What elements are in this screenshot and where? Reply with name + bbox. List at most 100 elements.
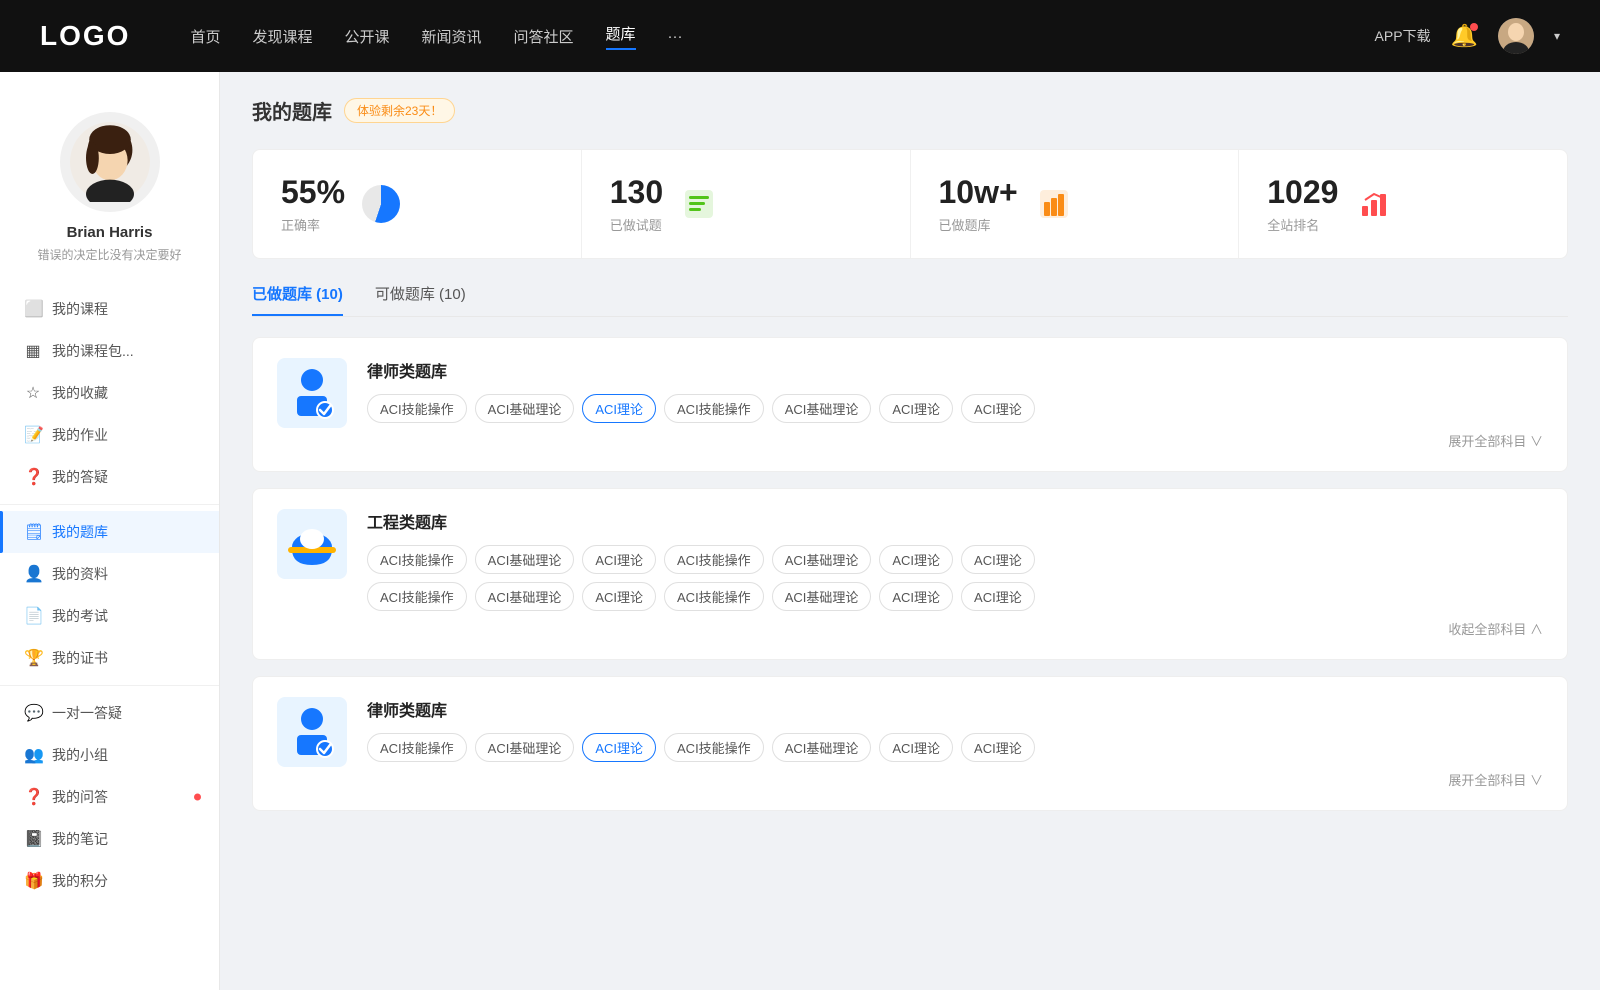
notes-icon: 📓 <box>24 829 42 849</box>
tag-item[interactable]: ACI技能操作 <box>367 394 467 423</box>
menu-homework-label: 我的作业 <box>52 425 108 445</box>
expand-lawyer-2-link[interactable]: 展开全部科目 ∨ <box>1448 773 1543 788</box>
menu-my-course[interactable]: ⬜ 我的课程 <box>0 288 219 330</box>
tag-item[interactable]: ACI理论 <box>879 582 953 611</box>
cat-lawyer-2-footer: 展开全部科目 ∨ <box>367 770 1543 790</box>
package-icon: ▦ <box>24 341 42 361</box>
tag-item[interactable]: ACI技能操作 <box>664 394 764 423</box>
menu-1on1[interactable]: 💬 一对一答疑 <box>0 692 219 734</box>
tag-item[interactable]: ACI基础理论 <box>772 394 872 423</box>
logo[interactable]: LOGO <box>40 20 130 52</box>
tabs-bar: 已做题库 (10) 可做题库 (10) <box>252 283 1568 317</box>
tag-item-active[interactable]: ACI理论 <box>582 733 656 762</box>
tab-available[interactable]: 可做题库 (10) <box>375 283 466 316</box>
ranking-icon <box>1354 184 1394 224</box>
menu-my-qa[interactable]: ❓ 我的问答 <box>0 776 219 818</box>
user-profile: Brian Harris 错误的决定比没有决定要好 <box>0 92 219 280</box>
nav-discover[interactable]: 发现课程 <box>252 26 312 47</box>
tag-item[interactable]: ACI理论 <box>879 733 953 762</box>
tag-item[interactable]: ACI技能操作 <box>664 582 764 611</box>
menu-profile[interactable]: 👤 我的资料 <box>0 553 219 595</box>
navbar: LOGO 首页 发现课程 公开课 新闻资讯 问答社区 题库 ··· APP下载 … <box>0 0 1600 72</box>
tag-item[interactable]: ACI理论 <box>961 394 1035 423</box>
stat-done-questions-value: 130 <box>610 174 663 211</box>
menu-profile-label: 我的资料 <box>52 564 108 584</box>
menu-points-label: 我的积分 <box>52 871 108 891</box>
tag-item[interactable]: ACI基础理论 <box>772 582 872 611</box>
tag-item[interactable]: ACI理论 <box>961 733 1035 762</box>
menu-notes[interactable]: 📓 我的笔记 <box>0 818 219 860</box>
tag-item[interactable]: ACI技能操作 <box>367 545 467 574</box>
menu-course-package-label: 我的课程包... <box>52 341 134 361</box>
app-download-button[interactable]: APP下载 <box>1375 26 1431 46</box>
tab-done[interactable]: 已做题库 (10) <box>252 283 343 316</box>
tag-item[interactable]: ACI技能操作 <box>664 733 764 762</box>
homework-icon: 📝 <box>24 425 42 445</box>
star-icon: ☆ <box>24 383 42 403</box>
tag-item[interactable]: ACI理论 <box>582 582 656 611</box>
chat-icon: 💬 <box>24 703 42 723</box>
tag-item[interactable]: ACI理论 <box>879 545 953 574</box>
menu-quiz-bank[interactable]: 🗒 我的题库 <box>0 511 219 553</box>
tag-item[interactable]: ACI基础理论 <box>772 545 872 574</box>
lawyer-icon-wrap <box>277 358 347 428</box>
tag-item[interactable]: ACI理论 <box>961 545 1035 574</box>
tag-item[interactable]: ACI基础理论 <box>475 394 575 423</box>
tag-item[interactable]: ACI理论 <box>961 582 1035 611</box>
user-avatar[interactable] <box>1498 18 1534 54</box>
stats-row: 55% 正确率 130 已做试题 <box>252 149 1568 259</box>
trial-badge: 体验剩余23天！ <box>344 98 455 123</box>
qa-icon: ❓ <box>24 787 42 807</box>
stat-ranking-label: 全站排名 <box>1267 215 1338 234</box>
tag-item[interactable]: ACI技能操作 <box>664 545 764 574</box>
stat-done-banks-label: 已做题库 <box>939 215 1018 234</box>
menu-points[interactable]: 🎁 我的积分 <box>0 860 219 902</box>
tag-item[interactable]: ACI基础理论 <box>475 545 575 574</box>
tag-item[interactable]: ACI基础理论 <box>475 582 575 611</box>
nav-items: 首页 发现课程 公开课 新闻资讯 问答社区 题库 ··· <box>190 23 1334 50</box>
stat-done-banks-value: 10w+ <box>939 174 1018 211</box>
group-icon: 👥 <box>24 745 42 765</box>
cat-engineer-title: 工程类题库 <box>367 509 1543 533</box>
expand-lawyer-1-link[interactable]: 展开全部科目 ∨ <box>1448 434 1543 449</box>
sidebar-avatar <box>60 112 160 212</box>
menu-questions[interactable]: ❓ 我的答疑 <box>0 456 219 498</box>
menu-favorites[interactable]: ☆ 我的收藏 <box>0 372 219 414</box>
tag-item[interactable]: ACI技能操作 <box>367 733 467 762</box>
nav-quiz[interactable]: 题库 <box>606 23 636 50</box>
cat-lawyer-1-tags: ACI技能操作 ACI基础理论 ACI理论 ACI技能操作 ACI基础理论 AC… <box>367 394 1543 423</box>
menu-my-qa-label: 我的问答 <box>52 787 108 807</box>
tag-item[interactable]: ACI基础理论 <box>475 733 575 762</box>
notification-dot <box>1470 23 1478 31</box>
nav-qa[interactable]: 问答社区 <box>514 26 574 47</box>
points-icon: 🎁 <box>24 871 42 891</box>
menu-exams[interactable]: 📄 我的考试 <box>0 595 219 637</box>
nav-news[interactable]: 新闻资讯 <box>422 26 482 47</box>
category-lawyer-2-body: 律师类题库 ACI技能操作 ACI基础理论 ACI理论 ACI技能操作 ACI基… <box>367 697 1543 790</box>
user-menu-chevron[interactable]: ▾ <box>1554 29 1560 43</box>
menu-groups-label: 我的小组 <box>52 745 108 765</box>
cat-lawyer-2-title: 律师类题库 <box>367 697 1543 721</box>
menu-groups[interactable]: 👥 我的小组 <box>0 734 219 776</box>
tag-item[interactable]: ACI理论 <box>582 545 656 574</box>
tag-item[interactable]: ACI理论 <box>879 394 953 423</box>
question-icon: ❓ <box>24 467 42 487</box>
nav-more[interactable]: ··· <box>668 28 683 45</box>
menu-certificates[interactable]: 🏆 我的证书 <box>0 637 219 679</box>
nav-open-course[interactable]: 公开课 <box>344 26 389 47</box>
tag-item[interactable]: ACI基础理论 <box>772 733 872 762</box>
page-title: 我的题库 <box>252 96 332 125</box>
sidebar: Brian Harris 错误的决定比没有决定要好 ⬜ 我的课程 ▦ 我的课程包… <box>0 72 220 990</box>
course-icon: ⬜ <box>24 299 42 319</box>
nav-home[interactable]: 首页 <box>190 26 220 47</box>
menu-homework[interactable]: 📝 我的作业 <box>0 414 219 456</box>
menu-favorites-label: 我的收藏 <box>52 383 108 403</box>
category-lawyer-1-body: 律师类题库 ACI技能操作 ACI基础理论 ACI理论 ACI技能操作 ACI基… <box>367 358 1543 451</box>
collapse-engineer-link[interactable]: 收起全部科目 ∧ <box>1448 622 1543 637</box>
notification-bell[interactable]: 🔔 <box>1451 23 1478 49</box>
tag-item[interactable]: ACI技能操作 <box>367 582 467 611</box>
tag-item-active[interactable]: ACI理论 <box>582 394 656 423</box>
menu-course-package[interactable]: ▦ 我的课程包... <box>0 330 219 372</box>
menu-notes-label: 我的笔记 <box>52 829 108 849</box>
divider-2 <box>0 685 219 686</box>
